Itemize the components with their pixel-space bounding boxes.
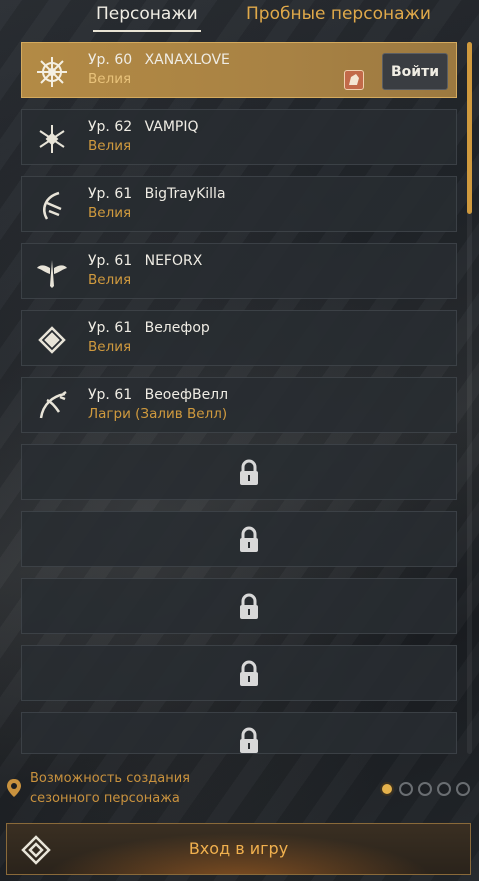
character-server: Велия <box>88 138 132 154</box>
character-name: VAMPIQ <box>144 119 199 135</box>
page-dot-active[interactable] <box>380 782 394 796</box>
locked-slot[interactable] <box>21 645 457 701</box>
season-marker-icon <box>6 778 22 798</box>
enter-character-button[interactable]: Войти <box>382 53 448 90</box>
guild-emblem-icon <box>344 70 364 90</box>
scrollbar[interactable] <box>467 42 472 754</box>
dark-knight-icon <box>35 55 69 89</box>
character-slot[interactable]: Ур. 61 ВеоефВелл Лагри (Залив Велл) <box>21 377 457 433</box>
character-name: XANAXLOVE <box>144 52 230 68</box>
enter-game-button[interactable]: Вход в игру <box>6 823 471 875</box>
page-dot[interactable] <box>456 782 470 796</box>
character-level: Ур. 60 <box>88 52 133 68</box>
character-level: Ур. 62 <box>88 119 133 135</box>
lock-icon <box>238 459 260 487</box>
character-title: Ур. 61 NEFORX <box>88 253 202 269</box>
ranger-icon <box>35 390 69 424</box>
lock-icon <box>238 727 260 755</box>
character-slot[interactable]: Ур. 61 BigTrayKilla Велия <box>21 176 457 232</box>
character-slot[interactable]: Ур. 61 NEFORX Велия <box>21 243 457 299</box>
valkyrie-icon <box>35 256 69 290</box>
character-title: Ур. 62 VAMPIQ <box>88 119 199 135</box>
character-level: Ур. 61 <box>88 253 133 269</box>
locked-slot[interactable] <box>21 511 457 567</box>
lock-icon <box>238 660 260 688</box>
witch-icon <box>35 189 69 223</box>
character-name: BigTrayKilla <box>144 186 226 202</box>
character-server: Велия <box>88 339 132 355</box>
locked-slot[interactable] <box>21 578 457 634</box>
lock-icon <box>238 593 260 621</box>
character-server: Велия <box>88 272 132 288</box>
character-name: Велефор <box>144 320 210 336</box>
character-title: Ур. 61 BigTrayKilla <box>88 186 226 202</box>
lock-icon <box>238 526 260 554</box>
scrollbar-thumb[interactable] <box>467 42 472 214</box>
character-server: Велия <box>88 205 132 221</box>
character-slot[interactable]: Ур. 62 VAMPIQ Велия <box>21 109 457 165</box>
locked-slot[interactable] <box>21 712 457 754</box>
locked-slot[interactable] <box>21 444 457 500</box>
character-level: Ур. 61 <box>88 387 133 403</box>
character-slot-selected[interactable]: Ур. 60 XANAXLOVE Велия Войти <box>21 42 457 98</box>
page-dot[interactable] <box>437 782 451 796</box>
character-server: Велия <box>88 71 132 87</box>
sorceress-icon <box>35 122 69 156</box>
character-title: Ур. 61 Велефор <box>88 320 210 336</box>
character-title: Ур. 61 ВеоефВелл <box>88 387 228 403</box>
enter-game-label: Вход в игру <box>188 839 289 858</box>
character-server: Лагри (Залив Велл) <box>88 406 228 422</box>
season-character-notice[interactable]: Возможность создания сезонного персонажа <box>30 769 240 809</box>
character-title: Ур. 60 XANAXLOVE <box>88 52 230 68</box>
tab-trial-characters[interactable]: Пробные персонажи <box>246 4 431 24</box>
tab-characters[interactable]: Персонажи <box>93 4 201 32</box>
mystic-icon <box>35 323 69 357</box>
character-level: Ур. 61 <box>88 186 133 202</box>
page-dot[interactable] <box>399 782 413 796</box>
character-name: NEFORX <box>144 253 203 269</box>
character-slot[interactable]: Ур. 61 Велефор Велия <box>21 310 457 366</box>
character-level: Ур. 61 <box>88 320 133 336</box>
character-name: ВеоефВелл <box>144 387 229 403</box>
page-dot[interactable] <box>418 782 432 796</box>
tab-bar: Персонажи Пробные персонажи <box>0 0 479 36</box>
